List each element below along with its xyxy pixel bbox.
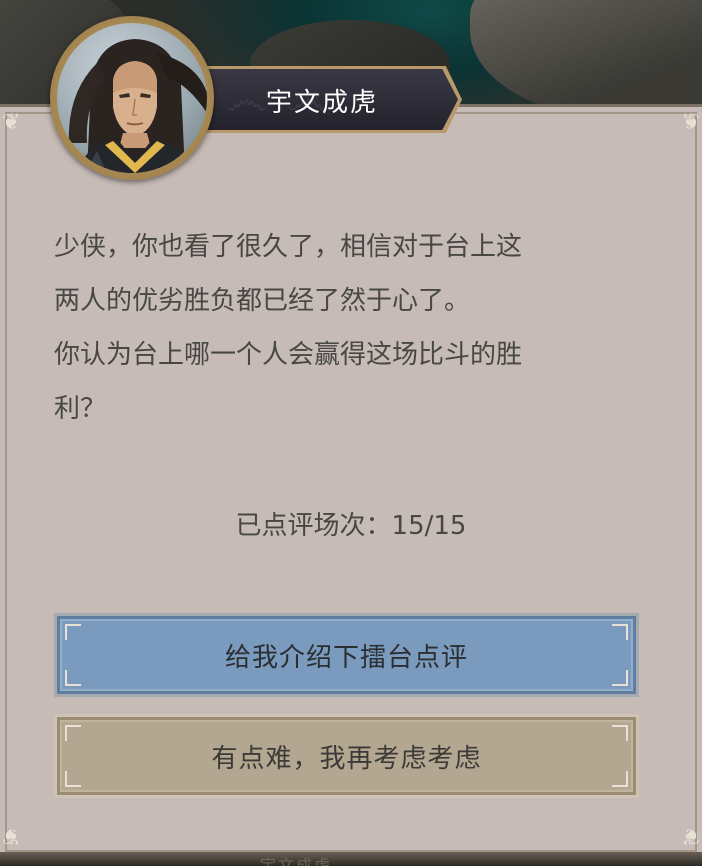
corner-ornament-icon: ❦ [2, 110, 21, 135]
button-corner-ornament [612, 725, 628, 741]
game-screen: 宇文成虎 ❦ ❦ ❦ ❦ ෴෴ 宇文成虎 少侠，你也看了很久了，相信对于台上这 … [0, 0, 702, 866]
background-ghost-name: 宇文成虎 [260, 856, 333, 866]
review-count: 已点评场次：15/15 [0, 505, 702, 542]
button-corner-ornament [65, 771, 81, 787]
button-corner-ornament [612, 624, 628, 640]
button-label: 有点难，我再考虑考虑 [211, 743, 482, 774]
button-corner-ornament [612, 670, 628, 686]
dialogue-text: 少侠，你也看了很久了，相信对于台上这 两人的优劣胜负都已经了然于心了。 你认为台… [54, 220, 634, 436]
review-count-value: 15/15 [391, 511, 467, 541]
panel-bottom-edge [0, 852, 702, 866]
button-corner-ornament [65, 670, 81, 686]
button-corner-ornament [612, 771, 628, 787]
dialogue-line: 少侠，你也看了很久了，相信对于台上这 [54, 232, 523, 262]
corner-ornament-icon: ❦ [2, 823, 21, 848]
dialogue-line: 利？ [54, 394, 107, 424]
arena-review-intro-button[interactable]: 给我介绍下擂台点评 [54, 613, 639, 697]
dialogue-line: 两人的优劣胜负都已经了然于心了。 [54, 286, 471, 316]
npc-portrait [57, 23, 207, 173]
corner-ornament-icon: ❦ [681, 110, 700, 135]
decline-button[interactable]: 有点难，我再考虑考虑 [54, 714, 639, 798]
button-corner-ornament [65, 624, 81, 640]
corner-ornament-icon: ❦ [681, 823, 700, 848]
background-rock [470, 0, 702, 120]
button-corner-ornament [65, 725, 81, 741]
button-label: 给我介绍下擂台点评 [224, 642, 468, 673]
npc-name: 宇文成虎 [266, 88, 379, 118]
dialogue-line: 你认为台上哪一个人会赢得这场比斗的胜 [54, 340, 523, 370]
swordsman-portrait-icon [68, 39, 207, 173]
review-count-label: 已点评场次： [235, 511, 392, 541]
